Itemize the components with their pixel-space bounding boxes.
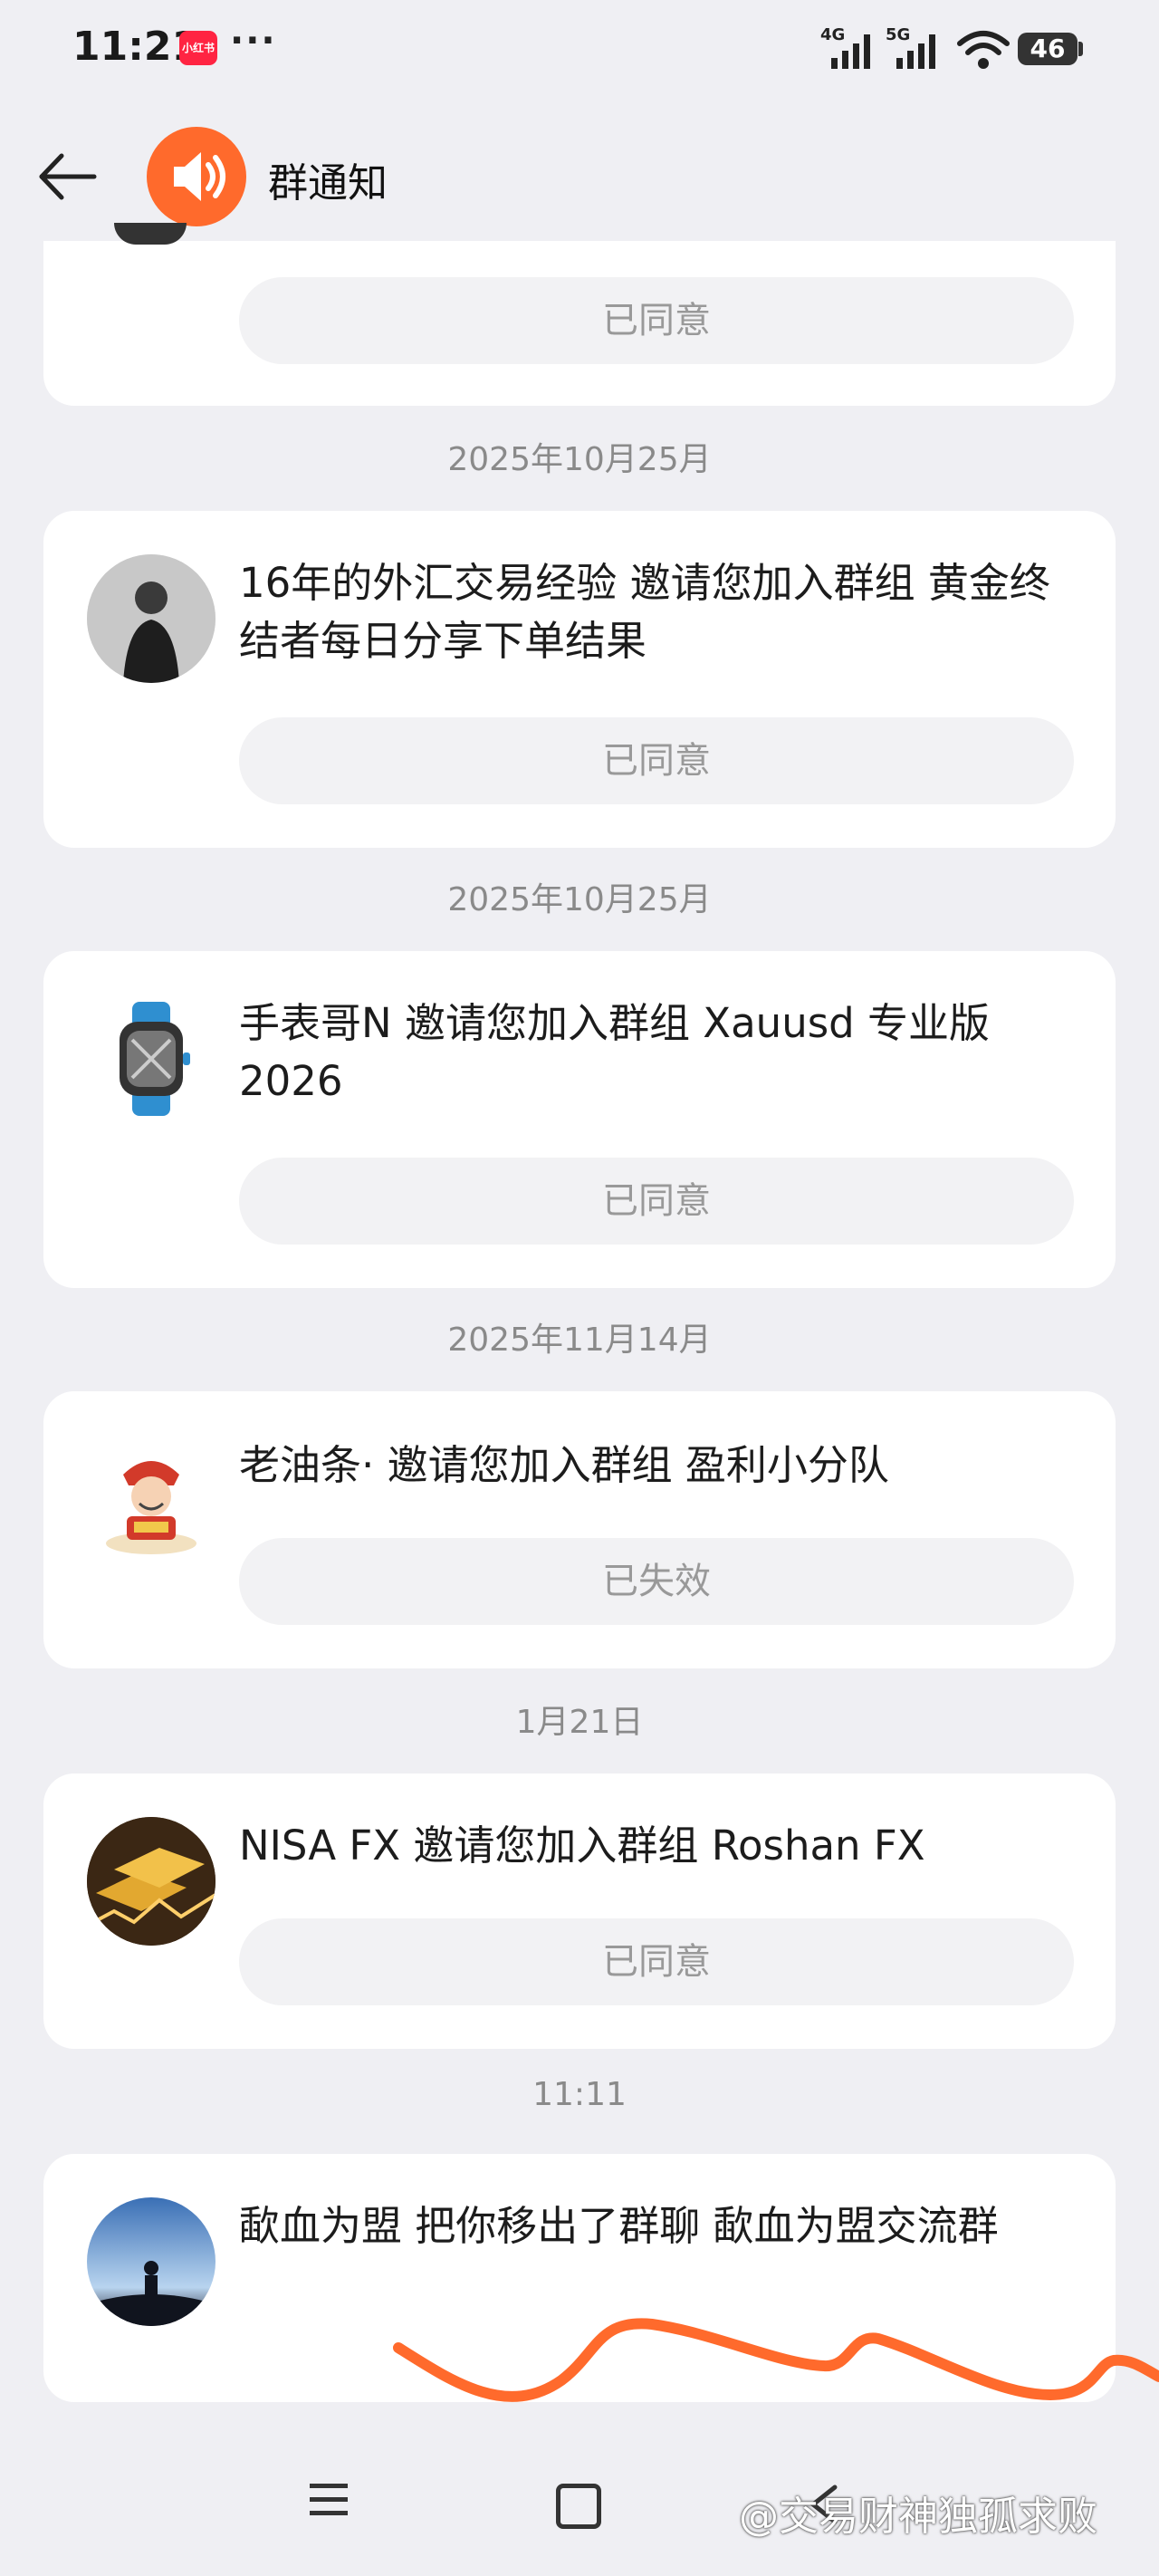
avatar[interactable] (87, 1817, 216, 1946)
status-pill: 已同意 (239, 1918, 1074, 2005)
watermark: @交易财神独孤求败 (739, 2494, 1097, 2540)
notification-card[interactable]: NISA FX 邀请您加入群组 Roshan FX 已同意 (43, 1773, 1116, 2049)
gold-bars-icon (87, 1817, 216, 1946)
menu-nav-icon[interactable] (306, 2480, 351, 2520)
status-pill: 已同意 (239, 717, 1074, 804)
wifi-icon (957, 31, 1010, 69)
avatar[interactable] (87, 995, 216, 1123)
avatar[interactable] (87, 1437, 216, 1565)
back-arrow-icon[interactable] (36, 145, 100, 208)
notification-card[interactable]: 16年的外汇交易经验 邀请您加入群组 黄金终结者每日分享下单结果 已同意 (43, 511, 1116, 848)
avatar-partial (114, 223, 187, 245)
more-notifications-icon: ··· (230, 20, 277, 62)
notification-card: 已同意 (43, 241, 1116, 406)
page-title: 群通知 (268, 160, 388, 207)
notification-card[interactable]: 老油条· 邀请您加入群组 盈利小分队 已失效 (43, 1391, 1116, 1668)
status-pill: 已失效 (239, 1538, 1074, 1625)
status-pill: 已同意 (239, 277, 1074, 364)
battery-cap (1078, 42, 1083, 56)
notification-text: 老油条· 邀请您加入群组 盈利小分队 (239, 1441, 889, 1489)
xiaohongshu-app-icon: 小红书 (179, 31, 217, 65)
date-separator: 2025年10月25月 (447, 441, 712, 478)
avatar[interactable] (87, 554, 216, 683)
date-separator: 2025年10月25月 (447, 881, 712, 918)
scribble-annotation (393, 2318, 1159, 2402)
battery-icon: 46 (1018, 33, 1078, 65)
status-pill: 已同意 (239, 1158, 1074, 1245)
home-nav-icon[interactable] (556, 2484, 601, 2529)
date-separator: 2025年11月14月 (447, 1322, 712, 1359)
watch-icon (120, 1002, 190, 1116)
person-photo-icon (87, 554, 216, 683)
group-notice-avatar (147, 127, 246, 226)
notification-card[interactable]: 手表哥N 邀请您加入群组 Xauusd 专业版 2026 已同意 (43, 951, 1116, 1288)
date-separator: 11:11 (532, 2076, 627, 2113)
god-of-wealth-icon (106, 1461, 196, 1554)
notification-text: 歃血为盟 把你移出了群聊 歃血为盟交流群 (239, 2202, 999, 2250)
notification-text: 手表哥N 邀请您加入群组 Xauusd 专业版 2026 (239, 999, 991, 1105)
notification-text: NISA FX 邀请您加入群组 Roshan FX (239, 1821, 925, 1870)
date-separator: 1月21日 (515, 1704, 644, 1741)
notification-text: 16年的外汇交易经验 邀请您加入群组 黄金终结者每日分享下单结果 (239, 559, 1050, 665)
speaker-icon (174, 152, 225, 201)
